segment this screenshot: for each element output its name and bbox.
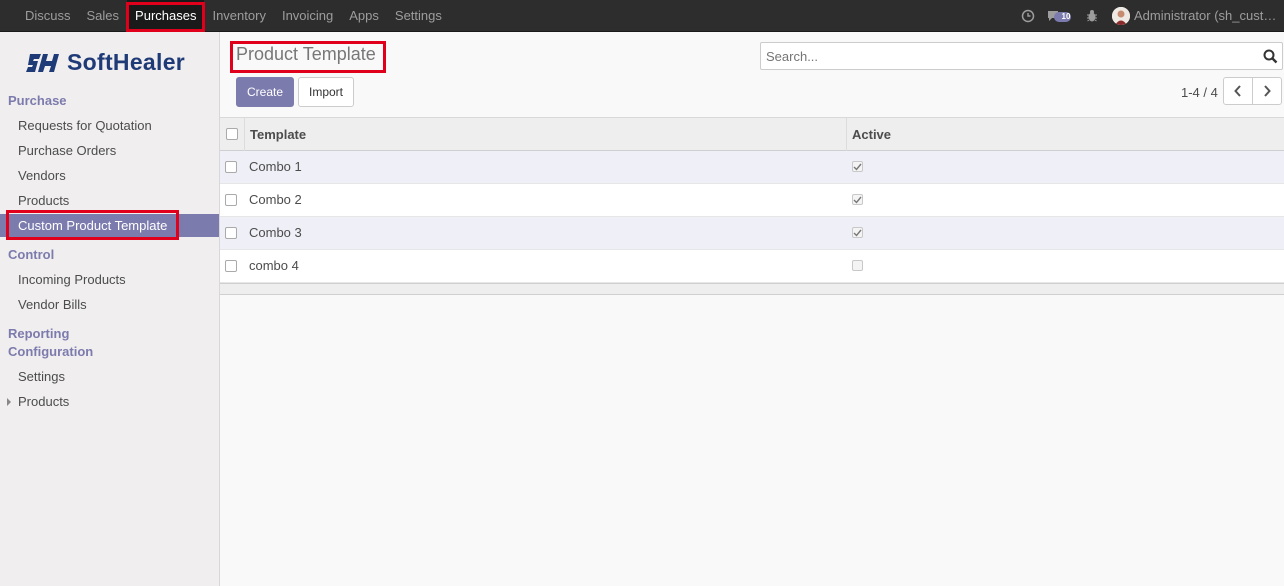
- row-select-checkbox[interactable]: [225, 194, 237, 206]
- sidebar-item-vendors[interactable]: Vendors: [0, 164, 219, 187]
- select-all-checkbox[interactable]: [226, 128, 238, 140]
- company-logo: SoftHealer: [26, 49, 185, 76]
- section-purchase: Purchase: [8, 93, 67, 108]
- messages-badge: 10: [1061, 11, 1071, 21]
- table-header: Template Active: [220, 117, 1284, 151]
- softhealer-logo-icon: [26, 53, 59, 72]
- sidebar-item-settings[interactable]: Settings: [0, 365, 219, 388]
- sidebar-item-requests-for-quotation[interactable]: Requests for Quotation: [0, 114, 219, 137]
- chevron-left-icon: [1234, 85, 1241, 97]
- menu-sales[interactable]: Sales: [79, 0, 128, 31]
- top-navbar: Discuss Sales Purchases Inventory Invoic…: [0, 0, 1284, 32]
- list-table: Template Active Combo 1 Combo 2 Combo 3: [220, 117, 1284, 295]
- active-checkbox-checked: [852, 161, 863, 172]
- pager-value[interactable]: 1-4 / 4: [1181, 85, 1218, 100]
- menu-purchases[interactable]: Purchases: [127, 0, 205, 31]
- menu-invoicing[interactable]: Invoicing: [274, 0, 341, 31]
- table-row[interactable]: Combo 1: [220, 151, 1284, 184]
- template-cell: combo 4: [249, 258, 299, 273]
- pager-previous-button[interactable]: [1223, 77, 1253, 105]
- column-header-active[interactable]: Active: [852, 118, 891, 151]
- column-header-template[interactable]: Template: [250, 118, 306, 151]
- template-cell: Combo 2: [249, 192, 302, 207]
- app-menu: Discuss Sales Purchases Inventory Invoic…: [17, 0, 450, 31]
- messages-icon[interactable]: 10: [1043, 0, 1077, 31]
- active-checkbox-checked: [852, 194, 863, 205]
- menu-apps[interactable]: Apps: [341, 0, 387, 31]
- row-select-checkbox[interactable]: [225, 260, 237, 272]
- section-reporting[interactable]: Reporting: [8, 326, 69, 341]
- pager-next-button[interactable]: [1252, 77, 1282, 105]
- sidebar-item-label: Products: [18, 394, 70, 409]
- caret-right-icon: [7, 398, 11, 406]
- main-content: Product Template Create Import 1-4 / 4 T…: [220, 32, 1284, 586]
- table-footer: [220, 283, 1284, 295]
- create-button[interactable]: Create: [236, 77, 294, 107]
- sidebar-item-custom-product-template[interactable]: Custom Product Template: [0, 214, 219, 237]
- table-row[interactable]: Combo 3: [220, 217, 1284, 250]
- search-input[interactable]: [761, 43, 1241, 69]
- debug-bug-icon[interactable]: [1077, 0, 1107, 31]
- table-row[interactable]: Combo 2: [220, 184, 1284, 217]
- search-icon[interactable]: [1263, 49, 1278, 67]
- menu-settings[interactable]: Settings: [387, 0, 450, 31]
- menu-inventory[interactable]: Inventory: [204, 0, 273, 31]
- section-configuration: Configuration: [8, 344, 94, 359]
- sidebar-item-incoming-products[interactable]: Incoming Products: [0, 268, 219, 291]
- column-divider: [244, 118, 245, 151]
- sidebar-item-config-products[interactable]: Products: [0, 390, 219, 413]
- menu-discuss[interactable]: Discuss: [17, 0, 79, 31]
- chevron-right-icon: [1264, 85, 1271, 97]
- active-checkbox-unchecked: [852, 260, 863, 271]
- sidebar-item-purchase-orders[interactable]: Purchase Orders: [0, 139, 219, 162]
- search-box: [760, 42, 1283, 70]
- user-name: Administrator (sh_custom_product_templat…: [1134, 8, 1278, 23]
- row-select-checkbox[interactable]: [225, 227, 237, 239]
- activity-clock-icon[interactable]: [1013, 0, 1043, 31]
- navbar-systray: 10 Administrator (sh_custom_product_temp…: [1013, 0, 1284, 31]
- user-menu[interactable]: Administrator (sh_custom_product_templat…: [1107, 0, 1284, 31]
- section-control: Control: [8, 247, 55, 262]
- template-cell: Combo 3: [249, 225, 302, 240]
- sidebar-item-vendor-bills[interactable]: Vendor Bills: [0, 293, 219, 316]
- brand-name: SoftHealer: [67, 49, 186, 75]
- column-divider: [846, 118, 847, 151]
- import-button[interactable]: Import: [298, 77, 354, 107]
- sidebar-item-products[interactable]: Products: [0, 189, 219, 212]
- sidebar: SoftHealer Purchase Requests for Quotati…: [0, 32, 220, 586]
- avatar: [1112, 6, 1130, 25]
- row-select-checkbox[interactable]: [225, 161, 237, 173]
- template-cell: Combo 1: [249, 159, 302, 174]
- table-row[interactable]: combo 4: [220, 250, 1284, 283]
- page-title: Product Template: [236, 44, 376, 64]
- active-checkbox-checked: [852, 227, 863, 238]
